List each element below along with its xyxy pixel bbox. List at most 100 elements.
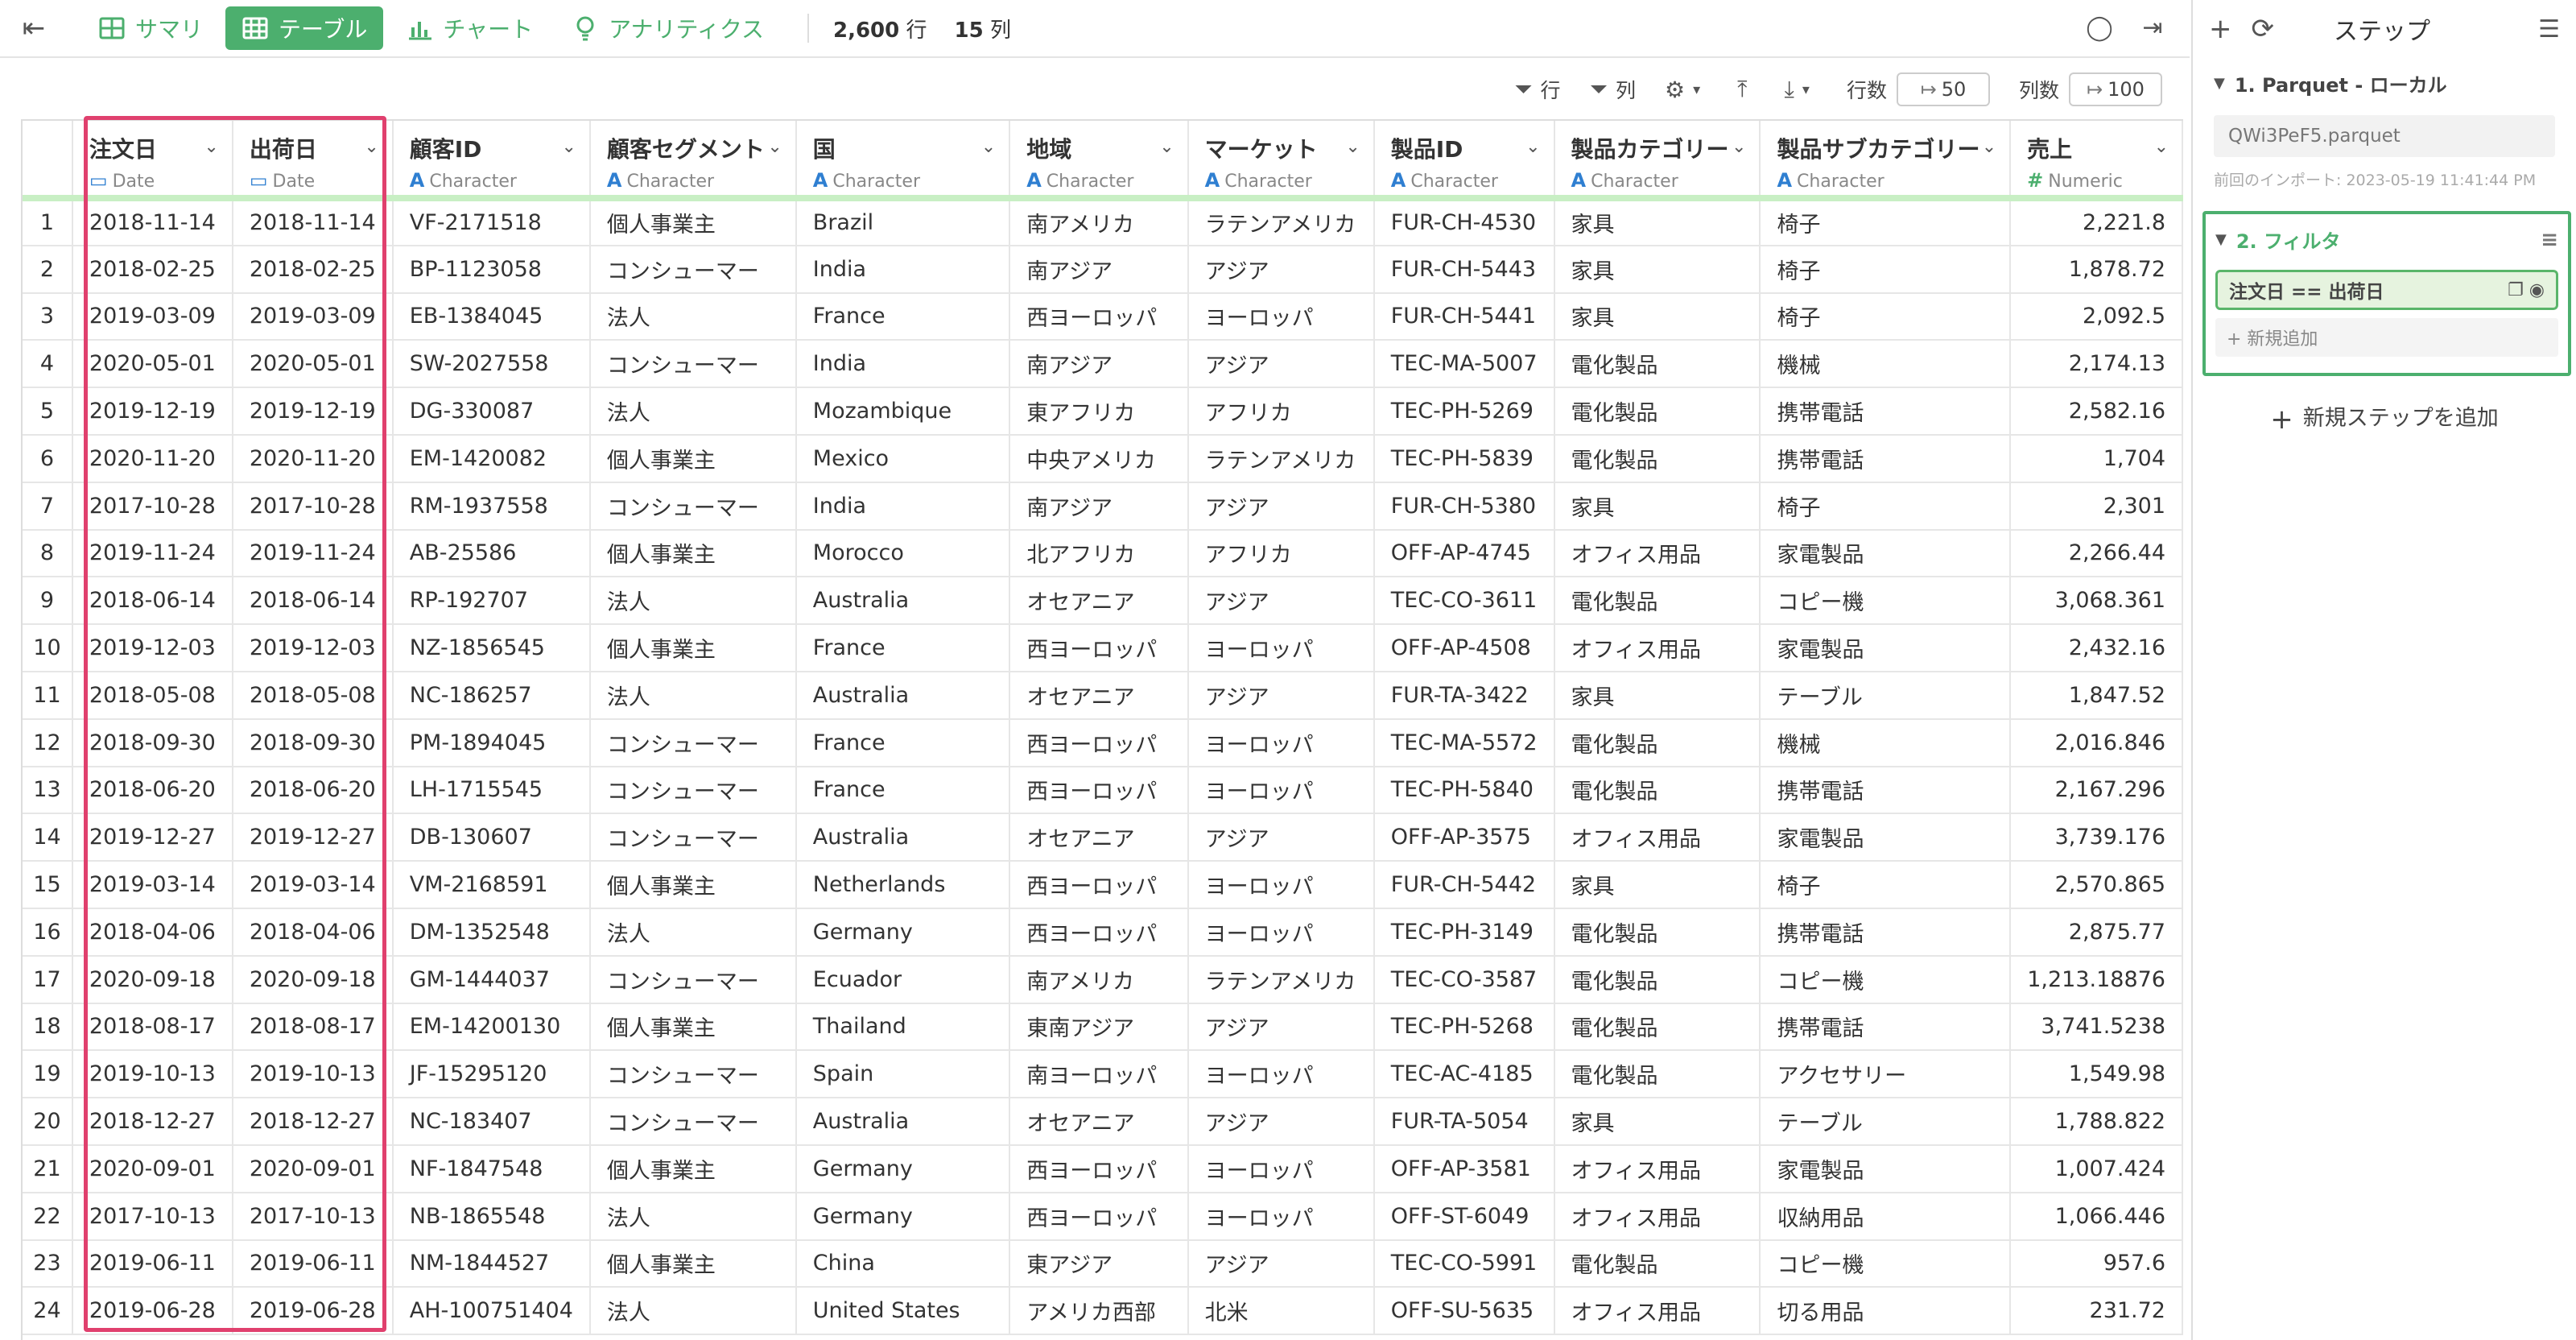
table-cell[interactable]: 椅子 [1760, 482, 2012, 531]
table-cell[interactable]: 2018-02-25 [232, 245, 394, 294]
table-cell[interactable]: 2020-09-01 [232, 1144, 394, 1193]
table-cell[interactable]: ラテンアメリカ [1187, 198, 1375, 246]
table-cell[interactable]: 南アジア [1009, 482, 1189, 531]
table-cell[interactable]: 2019-06-28 [232, 1287, 394, 1336]
table-cell[interactable]: 1,549.98 [2010, 1050, 2183, 1099]
column-header[interactable]: マーケット ⌄ A Character [1187, 121, 1375, 201]
table-cell[interactable]: 3,068.361 [2010, 577, 2183, 626]
table-cell[interactable]: 機械 [1760, 340, 2012, 389]
column-header[interactable]: 製品サブカテゴリー ⌄ A Character [1760, 121, 2012, 201]
table-cell[interactable]: EM-14200130 [392, 1003, 591, 1052]
column-header[interactable]: 売上 ⌄ # Numeric [2010, 121, 2183, 201]
chevron-down-icon[interactable]: ⌄ [981, 137, 996, 157]
table-cell[interactable]: Morocco [795, 529, 1011, 578]
table-cell[interactable]: コピー機 [1760, 577, 2012, 626]
table-cell[interactable]: 家具 [1554, 482, 1761, 531]
table-cell[interactable]: 2020-11-20 [232, 434, 394, 483]
table-cell[interactable]: 2,221.8 [2010, 198, 2183, 246]
table-row[interactable]: 11 2018-05-08 2018-05-08 NC-186257 法人 Austral… [23, 671, 2183, 720]
copy-toggle-icon[interactable]: ❐ ◉ [2508, 280, 2545, 300]
table-cell[interactable]: NB-1865548 [392, 1192, 591, 1241]
table-cell[interactable]: OFF-AP-3575 [1373, 813, 1555, 862]
row-limit-input[interactable]: ↦ 50 [1896, 72, 1990, 106]
table-cell[interactable]: 西ヨーロッパ [1009, 1192, 1189, 1241]
table-cell[interactable]: Ecuador [795, 955, 1011, 1004]
table-cell[interactable]: Mexico [795, 434, 1011, 483]
table-row[interactable]: 15 2019-03-14 2019-03-14 VM-2168591 個人事業主 Net… [23, 861, 2183, 909]
table-cell[interactable]: オフィス用品 [1554, 1287, 1761, 1336]
add-step-button[interactable]: + 新規ステップを追加 [2193, 400, 2576, 436]
table-cell[interactable]: 2019-11-24 [232, 529, 394, 578]
table-row[interactable]: 8 2019-11-24 2019-11-24 AB-25586 個人事業主 Morocc… [23, 529, 2183, 578]
table-cell[interactable]: 2018-06-14 [232, 577, 394, 626]
table-cell[interactable]: DG-330087 [392, 387, 591, 436]
table-cell[interactable]: オセアニア [1009, 1098, 1189, 1146]
menu-icon[interactable]: ≡ [2541, 228, 2558, 252]
table-cell[interactable]: 家電製品 [1760, 813, 2012, 862]
table-row[interactable]: 23 2019-06-11 2019-06-11 NM-1844527 個人事業主 Chi… [23, 1239, 2183, 1288]
table-cell[interactable]: 西ヨーロッパ [1009, 1144, 1189, 1193]
table-cell[interactable]: RM-1937558 [392, 482, 591, 531]
table-cell[interactable]: アジア [1187, 482, 1375, 531]
table-cell[interactable]: 西ヨーロッパ [1009, 766, 1189, 815]
table-cell[interactable]: 家具 [1554, 245, 1761, 294]
table-cell[interactable]: FUR-CH-5380 [1373, 482, 1555, 531]
table-cell[interactable]: France [795, 766, 1011, 815]
column-header[interactable]: 注文日 ⌄ ▭ Date [72, 121, 233, 201]
table-cell[interactable]: 2020-09-18 [72, 955, 233, 1004]
table-cell[interactable]: 電化製品 [1554, 908, 1761, 957]
table-cell[interactable]: オフィス用品 [1554, 1192, 1761, 1241]
table-cell[interactable]: 2017-10-13 [72, 1192, 233, 1241]
table-cell[interactable]: NC-183407 [392, 1098, 591, 1146]
table-cell[interactable]: 2017-10-13 [232, 1192, 394, 1241]
table-cell[interactable]: アジア [1187, 577, 1375, 626]
table-cell[interactable]: 2,582.16 [2010, 387, 2183, 436]
table-cell[interactable]: 2018-02-25 [72, 245, 233, 294]
table-cell[interactable]: 2019-03-14 [232, 861, 394, 909]
chevron-down-icon[interactable]: ⌄ [767, 137, 782, 157]
table-row[interactable]: 21 2020-09-01 2020-09-01 NF-1847548 個人事業主 Ger… [23, 1144, 2183, 1193]
table-cell[interactable]: コンシューマー [589, 813, 797, 862]
table-cell[interactable]: 椅子 [1760, 292, 2012, 341]
table-cell[interactable]: 西ヨーロッパ [1009, 718, 1189, 767]
table-cell[interactable]: コンシューマー [589, 245, 797, 294]
table-cell[interactable]: 西ヨーロッパ [1009, 861, 1189, 909]
table-cell[interactable]: AH-100751404 [392, 1287, 591, 1336]
table-cell[interactable]: 家具 [1554, 671, 1761, 720]
table-cell[interactable]: 家具 [1554, 861, 1761, 909]
table-cell[interactable]: 個人事業主 [589, 529, 797, 578]
column-header[interactable]: 顧客ID ⌄ A Character [392, 121, 591, 201]
table-cell[interactable]: 2020-09-18 [232, 955, 394, 1004]
table-cell[interactable]: 東アジア [1009, 1239, 1189, 1288]
add-filter-button[interactable]: + 新規追加 [2215, 318, 2558, 357]
table-cell[interactable]: 2018-06-20 [72, 766, 233, 815]
table-cell[interactable]: 2018-12-27 [232, 1098, 394, 1146]
table-cell[interactable]: 椅子 [1760, 245, 2012, 294]
table-cell[interactable]: TEC-CO-5991 [1373, 1239, 1555, 1288]
settings-dropdown[interactable]: ⚙ ▾ [1665, 77, 1708, 103]
table-cell[interactable]: 家電製品 [1760, 529, 2012, 578]
table-cell[interactable]: ヨーロッパ [1187, 766, 1375, 815]
table-cell[interactable]: OFF-AP-4745 [1373, 529, 1555, 578]
refresh-icon[interactable]: ⟳ [2252, 13, 2275, 45]
table-cell[interactable]: 1,878.72 [2010, 245, 2183, 294]
table-cell[interactable]: LH-1715545 [392, 766, 591, 815]
table-cell[interactable]: 2019-10-13 [232, 1050, 394, 1099]
table-cell[interactable]: 家電製品 [1760, 1144, 2012, 1193]
table-cell[interactable]: 2018-06-14 [72, 577, 233, 626]
table-cell[interactable]: オフィス用品 [1554, 529, 1761, 578]
table-cell[interactable]: 2019-03-09 [232, 292, 394, 341]
table-cell[interactable]: 電化製品 [1554, 434, 1761, 483]
table-cell[interactable]: France [795, 718, 1011, 767]
chevron-down-icon[interactable]: ⌄ [1982, 137, 1996, 157]
table-cell[interactable]: 2,016.846 [2010, 718, 2183, 767]
table-cell[interactable]: 東南アジア [1009, 1003, 1189, 1052]
table-cell[interactable]: Spain [795, 1050, 1011, 1099]
table-cell[interactable]: 2018-04-06 [72, 908, 233, 957]
table-cell[interactable]: コンシューマー [589, 955, 797, 1004]
table-cell[interactable]: 個人事業主 [589, 861, 797, 909]
table-row[interactable]: 14 2019-12-27 2019-12-27 DB-130607 コンシューマー Au… [23, 813, 2183, 862]
table-cell[interactable]: NM-1844527 [392, 1239, 591, 1288]
table-cell[interactable]: 西ヨーロッパ [1009, 624, 1189, 672]
table-cell[interactable]: アクセサリー [1760, 1050, 2012, 1099]
